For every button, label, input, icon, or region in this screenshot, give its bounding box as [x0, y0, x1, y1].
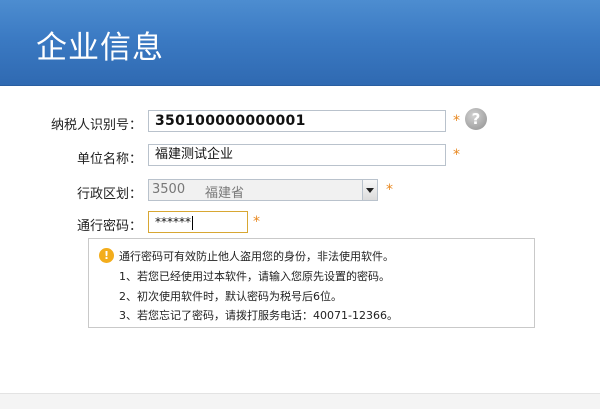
tax-id-label: 纳税人识别号：	[50, 118, 142, 133]
bottom-strip	[0, 393, 600, 409]
notice-line-1: 1、若您已经使用过本软件，请输入您原先设置的密码。	[119, 270, 390, 283]
tax-id-input[interactable]: 350100000000001	[148, 110, 446, 132]
page-title: 企业信息	[36, 30, 164, 66]
warning-icon: !	[99, 248, 114, 263]
tax-id-row: 纳税人识别号： 350100000000001 * ?	[0, 108, 600, 136]
tax-id-required-mark: *	[453, 113, 460, 129]
region-row: 行政区划： 3500 福建省 *	[0, 179, 600, 205]
unit-name-label: 单位名称：	[76, 152, 142, 167]
unit-name-row: 单位名称： 福建测试企业 *	[0, 144, 600, 170]
password-label: 通行密码：	[76, 219, 142, 234]
page: 企业信息 纳税人识别号： 350100000000001 * ? 单位名称： 福…	[0, 0, 600, 409]
header-banner: 企业信息	[0, 0, 600, 86]
unit-name-input[interactable]: 福建测试企业	[148, 144, 446, 166]
notice-line-2: 2、初次使用软件时，默认密码为税号后6位。	[119, 290, 342, 303]
unit-name-required-mark: *	[453, 147, 460, 163]
notice-line-3: 3、若您忘记了密码，请拨打服务电话：40071-12366。	[119, 309, 398, 322]
text-caret	[192, 215, 193, 230]
password-required-mark: *	[253, 214, 260, 230]
region-required-mark: *	[386, 182, 393, 198]
help-question-icon[interactable]: ?	[465, 108, 487, 130]
password-value: ******	[155, 215, 191, 229]
chevron-down-icon[interactable]	[362, 180, 377, 200]
notice-line-intro: 通行密码可有效防止他人盗用您的身份，非法使用软件。	[119, 250, 394, 263]
password-row: 通行密码： ****** *	[0, 211, 600, 237]
password-input[interactable]: ******	[148, 211, 248, 233]
region-select[interactable]: 3500 福建省	[148, 179, 378, 201]
password-notice-box: ! 通行密码可有效防止他人盗用您的身份，非法使用软件。 1、若您已经使用过本软件…	[88, 238, 535, 328]
region-province: 福建省	[205, 186, 245, 201]
region-code: 3500	[152, 182, 186, 197]
region-label: 行政区划：	[76, 187, 142, 202]
